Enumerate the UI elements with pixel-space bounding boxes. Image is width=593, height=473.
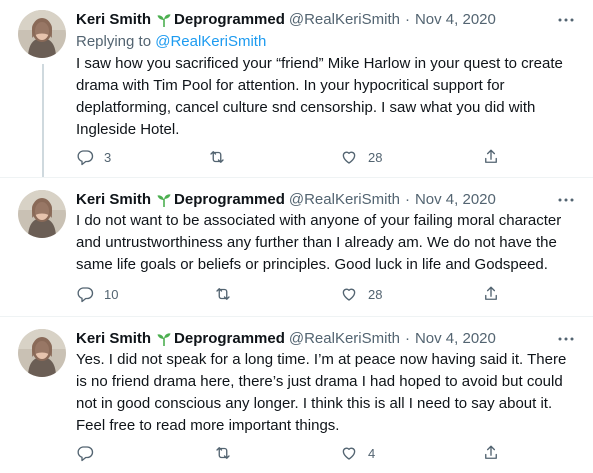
- retweet-icon: [210, 151, 224, 163]
- share-icon: [485, 286, 497, 300]
- like-button[interactable]: 28: [340, 147, 382, 167]
- divider: [0, 316, 593, 317]
- reply-icon: [77, 446, 94, 462]
- display-suffix[interactable]: Deprogrammed: [174, 329, 285, 349]
- author-handle[interactable]: @RealKeriSmith: [289, 10, 400, 30]
- tweet-actions: 4: [76, 443, 501, 463]
- tweet-header: Keri Smith Deprogrammed @RealKeriSmith ·…: [76, 190, 496, 210]
- display-suffix[interactable]: Deprogrammed: [174, 10, 285, 30]
- avatar[interactable]: [18, 10, 66, 58]
- tweet-date[interactable]: Nov 4, 2020: [415, 10, 496, 30]
- more-dots-icon[interactable]: [555, 10, 577, 30]
- tweet-text: I saw how you sacrificed your “friend” M…: [76, 55, 563, 138]
- author-name[interactable]: Keri Smith: [76, 10, 151, 30]
- tweet-actions: 10 28: [76, 284, 501, 304]
- retweet-button[interactable]: [214, 443, 242, 463]
- reply-count: 3: [104, 149, 112, 165]
- replying-to-line: Replying to @RealKeriSmith: [76, 32, 266, 52]
- avatar[interactable]: [18, 329, 66, 377]
- thread-line: [42, 64, 44, 178]
- retweet-button[interactable]: [208, 147, 236, 167]
- tweet-text: Yes. I did not speak for a long time. I’…: [76, 351, 567, 434]
- reply-button[interactable]: [76, 443, 104, 463]
- retweet-icon: [216, 447, 230, 459]
- sprout-icon: [157, 194, 171, 207]
- like-button[interactable]: 4: [340, 443, 375, 463]
- divider: [0, 177, 593, 178]
- share-button[interactable]: [482, 147, 500, 167]
- reply-count: 10: [104, 286, 119, 302]
- tweet-2[interactable]: Keri Smith Deprogrammed @RealKeriSmith ·…: [0, 190, 593, 310]
- retweet-button[interactable]: [214, 284, 242, 304]
- replying-label: Replying to: [76, 33, 152, 50]
- more-dots-icon[interactable]: [555, 190, 577, 210]
- like-count: 28: [368, 149, 383, 165]
- author-handle[interactable]: @RealKeriSmith: [289, 329, 400, 349]
- more-dots-icon[interactable]: [555, 329, 577, 349]
- tweet-date[interactable]: Nov 4, 2020: [415, 190, 496, 210]
- avatar[interactable]: [18, 190, 66, 238]
- reply-button[interactable]: 3: [76, 147, 111, 167]
- retweet-icon: [216, 288, 230, 300]
- tweet-text: I do not want to be associated with anyo…: [76, 212, 562, 273]
- tweet-header: Keri Smith Deprogrammed @RealKeriSmith ·…: [76, 10, 496, 30]
- tweet-3[interactable]: Keri Smith Deprogrammed @RealKeriSmith ·…: [0, 329, 593, 473]
- heart-icon: [342, 447, 356, 460]
- share-icon: [485, 149, 497, 163]
- share-button[interactable]: [482, 443, 500, 463]
- display-suffix[interactable]: Deprogrammed: [174, 190, 285, 210]
- reply-icon: [77, 150, 94, 166]
- like-count: 28: [368, 286, 383, 302]
- author-name[interactable]: Keri Smith: [76, 190, 151, 210]
- heart-icon: [342, 288, 356, 301]
- share-button[interactable]: [482, 284, 500, 304]
- tweet-actions: 3 28: [76, 147, 501, 167]
- separator-dot: ·: [404, 11, 410, 28]
- author-name[interactable]: Keri Smith: [76, 329, 151, 349]
- reply-icon: [77, 287, 94, 303]
- separator-dot: ·: [404, 330, 410, 347]
- tweet-1[interactable]: Keri Smith Deprogrammed @RealKeriSmith ·…: [0, 10, 593, 180]
- heart-icon: [342, 151, 356, 164]
- sprout-icon: [157, 14, 171, 27]
- tweet-header: Keri Smith Deprogrammed @RealKeriSmith ·…: [76, 329, 496, 349]
- author-handle[interactable]: @RealKeriSmith: [289, 190, 400, 210]
- separator-dot: ·: [404, 191, 410, 208]
- replying-to-handle[interactable]: @RealKeriSmith: [155, 33, 266, 50]
- sprout-icon: [157, 333, 171, 346]
- share-icon: [485, 445, 497, 459]
- tweet-date[interactable]: Nov 4, 2020: [415, 329, 496, 349]
- reply-button[interactable]: 10: [76, 284, 118, 304]
- like-count: 4: [368, 445, 376, 461]
- like-button[interactable]: 28: [340, 284, 382, 304]
